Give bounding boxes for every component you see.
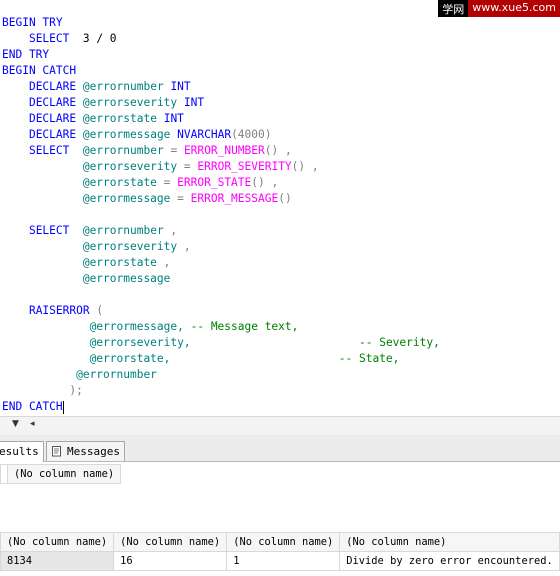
row-header-cell[interactable] (0, 464, 8, 484)
column-header[interactable]: (No column name) (6, 464, 122, 484)
editor-scroll-bar[interactable]: ▼ ◂ (0, 416, 560, 436)
tab-results[interactable]: esults (0, 441, 44, 462)
code-line-20: @errormessage, -- Message text, (89, 320, 299, 333)
results-tabs: esults Messages (0, 435, 560, 462)
cell-error-message[interactable]: Divide by zero error encountered. (339, 551, 560, 571)
code-line-16: @errorstate , (82, 256, 171, 269)
code-line-6: DECLARE @errorseverity INT (28, 96, 205, 109)
results-grid-1: (No column name) (0, 464, 122, 484)
tab-messages[interactable]: Messages (46, 441, 125, 461)
column-header-1[interactable]: (No column name) (0, 532, 115, 552)
code-line-14: SELECT @errornumber , (28, 224, 178, 237)
cell-error-severity[interactable]: 16 (113, 551, 228, 571)
code-line-19: RAISERROR ( (28, 304, 104, 317)
cell-error-state[interactable]: 1 (226, 551, 341, 571)
code-line-17: @errormessage (82, 272, 171, 285)
code-line-2: SELECT 3 / 0 (28, 32, 117, 45)
code-line-23: @errornumber (76, 368, 157, 381)
cell-error-number[interactable]: 8134 (0, 551, 115, 571)
code-line-9: SELECT @errornumber = ERROR_NUMBER() , (28, 144, 292, 157)
scroll-left-icon[interactable]: ◂ (30, 419, 35, 429)
text-caret (62, 400, 64, 414)
code-line-11: @errorstate = ERROR_STATE() , (82, 176, 279, 189)
code-line-4: BEGIN CATCH (2, 64, 77, 77)
code-line-1: BEGIN TRY (2, 16, 63, 29)
code-line-8: DECLARE @errormessage NVARCHAR(4000) (28, 128, 272, 141)
code-line-25: END CATCH (2, 400, 64, 414)
code-line-3: END TRY (2, 48, 50, 61)
code-line-24: ); (69, 384, 83, 397)
table-row[interactable]: 8134 16 1 Divide by zero error encounter… (0, 551, 560, 571)
column-header-4[interactable]: (No column name) (339, 532, 560, 552)
code-line-10: @errorseverity = ERROR_SEVERITY() , (82, 160, 319, 173)
messages-icon (52, 446, 61, 457)
code-line-5: DECLARE @errornumber INT (28, 80, 191, 93)
results-grid-2: (No column name) (No column name) (No co… (0, 532, 560, 571)
code-line-7: DECLARE @errorstate INT (28, 112, 184, 125)
column-header-3[interactable]: (No column name) (226, 532, 341, 552)
dropdown-arrow-icon[interactable]: ▼ (12, 419, 19, 429)
code-line-22: @errorstate, -- State, (89, 352, 400, 365)
query-editor[interactable]: BEGIN TRY SELECT 3 / 0 END TRY BEGIN CAT… (0, 0, 560, 416)
column-header-2[interactable]: (No column name) (113, 532, 228, 552)
code-line-12: @errormessage = ERROR_MESSAGE() (82, 192, 292, 205)
code-line-21: @errorseverity, -- Severity, (89, 336, 440, 349)
code-line-15: @errorseverity , (82, 240, 191, 253)
